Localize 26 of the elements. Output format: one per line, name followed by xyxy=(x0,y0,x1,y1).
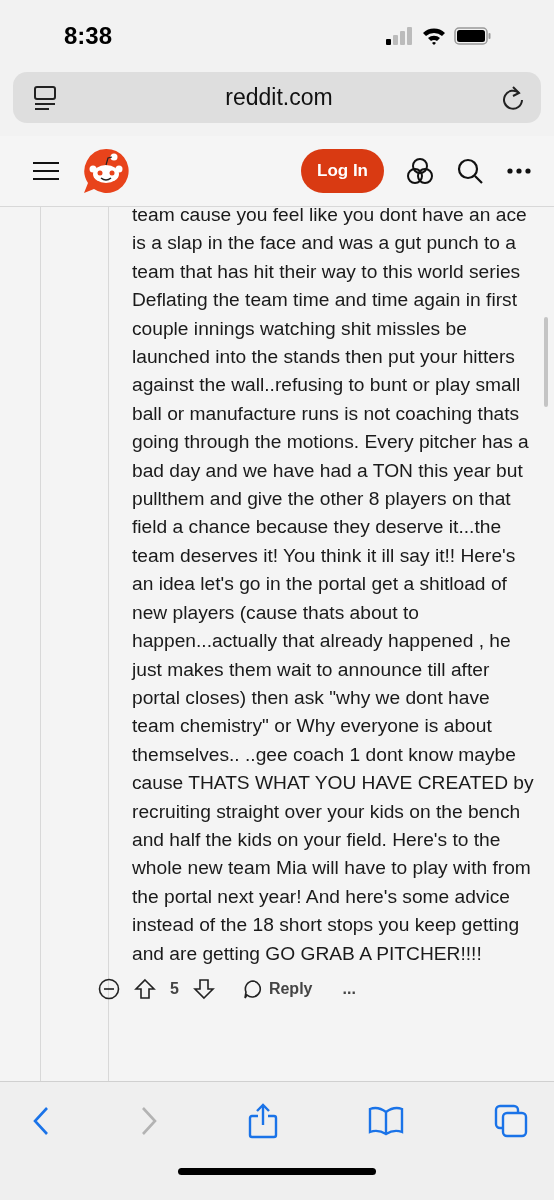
signal-icon xyxy=(386,27,414,45)
vote-count: 5 xyxy=(170,979,179,998)
wifi-icon xyxy=(422,27,446,45)
robot-face-icon[interactable] xyxy=(82,147,130,195)
address-bar[interactable]: reddit.com xyxy=(13,72,541,123)
search-icon[interactable] xyxy=(456,157,484,185)
more-options-button[interactable]: ... xyxy=(342,979,356,998)
reader-icon[interactable] xyxy=(33,84,57,111)
upvote-icon[interactable] xyxy=(134,977,156,1000)
back-icon[interactable] xyxy=(32,1106,50,1136)
reply-button[interactable]: Reply xyxy=(242,978,313,999)
speech-bubble-icon xyxy=(242,978,263,999)
book-icon[interactable] xyxy=(368,1106,404,1136)
more-icon[interactable] xyxy=(506,167,532,175)
tabs-icon[interactable] xyxy=(494,1104,528,1138)
reload-icon[interactable] xyxy=(501,84,525,111)
battery-icon xyxy=(454,27,492,45)
share-icon[interactable] xyxy=(248,1103,278,1139)
login-button[interactable]: Log In xyxy=(301,149,384,193)
url-text: reddit.com xyxy=(225,84,333,111)
menu-icon[interactable] xyxy=(32,161,60,181)
comment-text: team cause you feel like you dont have an ace is a slap in the face and was a gut punch to a team that has hit their way to this world series Deflating the team time and time again in first couple innings watching shit missles be launched into the stands then put your hitters against the wall..refusing to bunt or play small ball or manufacture runs is not coaching thats going through the motions. Every pitcher has a bad day and we have had a TON this year but pullthem and give the other 8 players on that field a chance because they deserve it...the team deserves it! You think it ill say it!! Here's an idea let's go in the portal get a shitload of new players (cause thats about to happen...actually that already happened , he just makes them wait to announce till after portal closes) then ask "why we dont have team chemistry" or Why everyone is about themselves.. ..gee coach 1 dont know maybe cause THATS WHAT YOU HAVE CREATED by recruiting straight over your kids on the bench and half the kids on your field. Here's to the whole new team Mia will have to play with from the portal next year! And here's some advice instead of the 18 short stops you keep getting and are getting GO GRAB A PITCHER!!!! xyxy=(132,207,534,966)
downvote-icon[interactable] xyxy=(192,977,215,1000)
three-circles-icon[interactable] xyxy=(406,157,434,185)
collapse-icon[interactable] xyxy=(98,977,120,1000)
status-time: 8:38 xyxy=(64,22,113,50)
